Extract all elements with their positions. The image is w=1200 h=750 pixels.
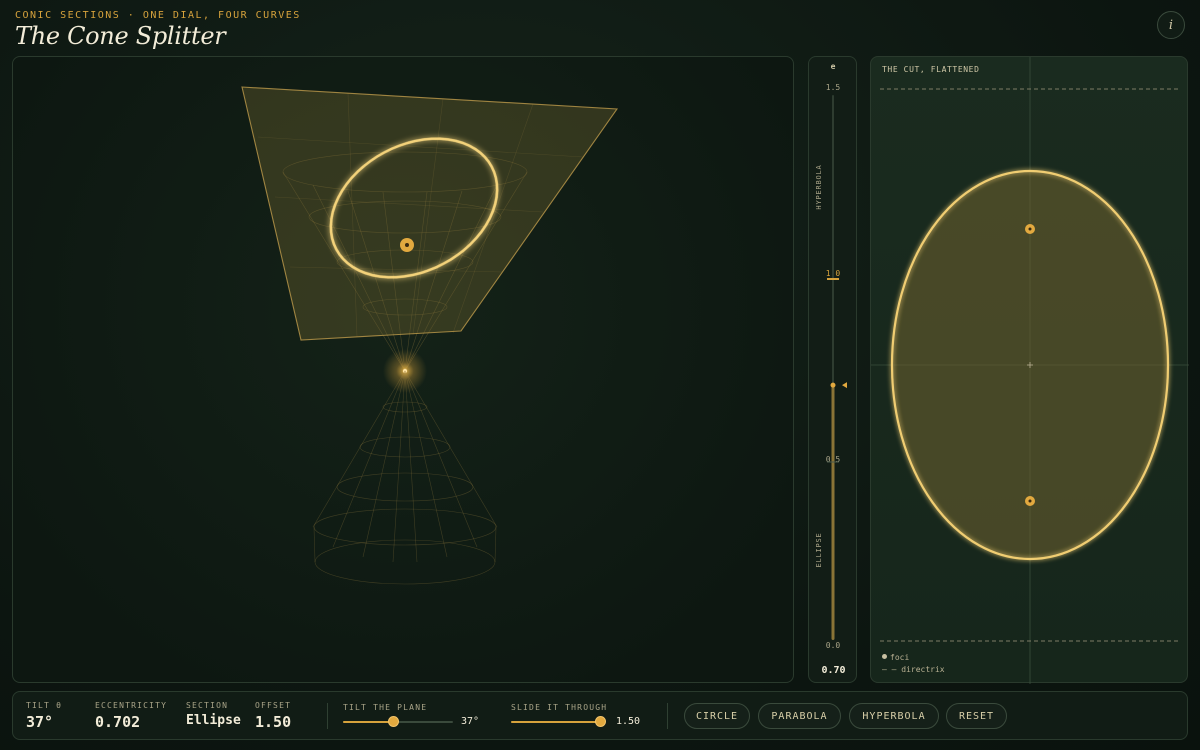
dial-value-dot[interactable] (830, 382, 836, 388)
stat-tilt: TILT θ 37° (26, 701, 62, 731)
legend-directrix: – – directrix (882, 665, 945, 674)
tilt-slider-thumb[interactable] (387, 716, 399, 727)
parabola-button[interactable]: PARABOLA (758, 703, 841, 729)
tilt-slider-value: 37° (461, 716, 480, 727)
lower-cone (312, 370, 498, 585)
dial-value: 0.70 (821, 665, 846, 676)
stat-section: SECTION Ellipse (186, 701, 241, 728)
stat-eccentricity: ECCENTRICITY 0.702 (95, 701, 167, 731)
control-bar: TILT θ 37° ECCENTRICITY 0.702 SECTION El… (12, 691, 1188, 740)
slide-slider-thumb[interactable] (595, 716, 607, 727)
slide-slider[interactable] (511, 721, 603, 723)
stat-section-label: SECTION (186, 701, 229, 710)
dial-parabola-mark (827, 278, 839, 280)
info-button[interactable]: i (1157, 11, 1185, 39)
hyperbola-button[interactable]: HYPERBOLA (849, 703, 939, 729)
tilt-slider-label: TILT THE PLANE (343, 703, 428, 712)
circle-button[interactable]: CIRCLE (684, 703, 750, 729)
stat-offset-value: 1.50 (255, 713, 292, 731)
stat-tilt-label: TILT θ (26, 701, 63, 710)
stat-section-value: Ellipse (186, 713, 241, 728)
tilt-slider-fill (343, 721, 394, 723)
cone-scene (241, 86, 619, 585)
stat-tilt-value: 37° (26, 713, 54, 731)
flattened-view: THE CUT, FLATTENED foci – – directrix (870, 56, 1189, 684)
cutting-plane (241, 86, 619, 341)
flattened-title: THE CUT, FLATTENED (882, 65, 980, 74)
dial-symbol: e (831, 62, 836, 71)
plane-center-dot (405, 243, 409, 247)
slide-slider-label: SLIDE IT THROUGH (511, 703, 608, 712)
dial-ellipse-label: ELLIPSE (815, 532, 823, 567)
legend-foci: foci (882, 652, 945, 664)
dial-tick-1-5: 1.5 (826, 83, 841, 92)
stat-offset-label: OFFSET (255, 701, 292, 710)
divider (667, 703, 668, 729)
divider (327, 703, 328, 729)
legend: foci – – directrix (882, 652, 945, 676)
dial-tick-0-0: 0.0 (826, 641, 841, 650)
dial-pointer-icon[interactable] (842, 382, 847, 389)
eccentricity-dial[interactable]: e 1.5 1.0 0.5 0.0 HYPERBOLA ELLIPSE 0.70 (808, 56, 857, 683)
stat-ecc-label: ECCENTRICITY (95, 701, 168, 710)
page-title: The Cone Splitter (15, 22, 226, 50)
foci-dot-icon (882, 654, 887, 659)
dial-hyperbola-label: HYPERBOLA (815, 164, 823, 209)
header: CONIC SECTIONS · ONE DIAL, FOUR CURVES T… (15, 10, 301, 50)
flattened-graphic (871, 57, 1189, 684)
reset-button[interactable]: RESET (946, 703, 1007, 729)
stat-ecc-value: 0.702 (95, 713, 141, 731)
slide-slider-fill (511, 721, 602, 723)
cone-stage[interactable] (12, 56, 794, 683)
stat-offset: OFFSET 1.50 (255, 701, 291, 731)
dial-graphic: e 1.5 1.0 0.5 0.0 HYPERBOLA ELLIPSE (815, 62, 847, 650)
dial-fill (831, 385, 835, 640)
slide-slider-value: 1.50 (616, 716, 641, 727)
kicker: CONIC SECTIONS · ONE DIAL, FOUR CURVES (15, 10, 301, 21)
